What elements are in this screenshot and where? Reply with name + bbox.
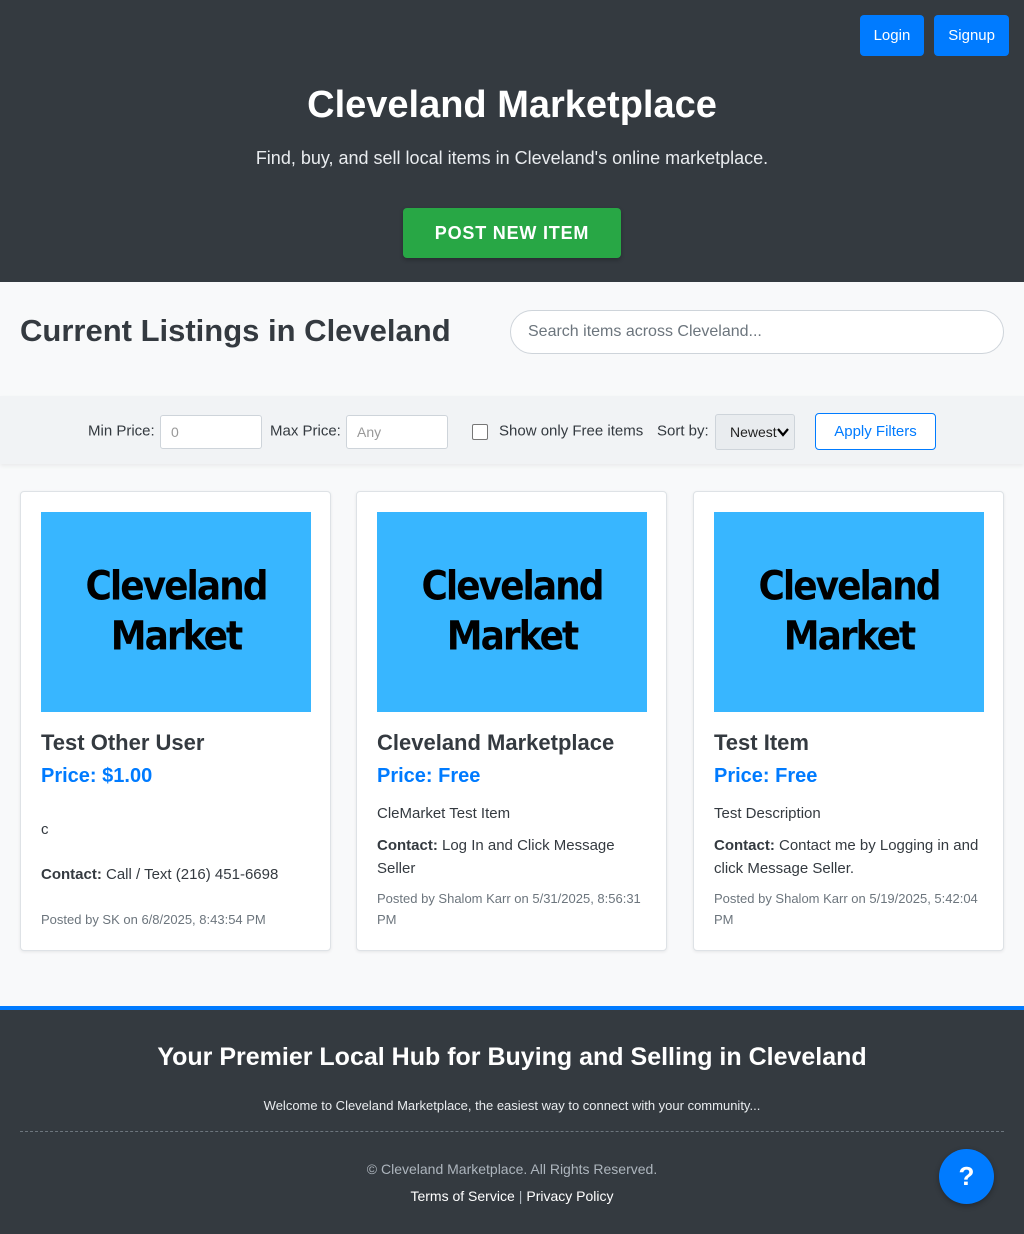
footer-divider xyxy=(20,1131,1004,1132)
listing-posted: Posted by SK on 6/8/2025, 8:43:54 PM xyxy=(41,912,266,927)
listing-contact: Contact: Log In and Click Message Seller xyxy=(377,834,648,880)
listing-image-text: Cleveland xyxy=(85,563,268,610)
listing-posted: Posted by Shalom Karr on 5/31/2025, 8:56… xyxy=(377,891,641,927)
max-price-input[interactable] xyxy=(346,415,448,449)
site-header: Login Signup Cleveland Marketplace Find,… xyxy=(0,0,1024,282)
site-title: Cleveland Marketplace xyxy=(307,84,717,126)
search-input[interactable] xyxy=(510,310,1004,354)
listing-image[interactable]: Cleveland Market xyxy=(41,512,311,712)
post-new-item-button[interactable]: POST NEW ITEM xyxy=(403,208,621,258)
sort-label: Sort by: xyxy=(657,422,709,440)
listing-description: c xyxy=(41,821,49,838)
listing-image[interactable]: Cleveland Market xyxy=(377,512,647,712)
listing-description: Test Description xyxy=(714,805,821,822)
min-price-label: Min Price: xyxy=(88,422,155,440)
contact-label: Contact: xyxy=(41,866,102,883)
listing-image[interactable]: Cleveland Market xyxy=(714,512,984,712)
help-button[interactable]: ? xyxy=(939,1149,994,1204)
footer-links: Terms of Service | Privacy Policy xyxy=(0,1188,1024,1204)
contact-value: Call / Text (216) 451-6698 xyxy=(106,866,279,883)
listing-price: Price: Free xyxy=(377,765,481,787)
listing-card[interactable]: Cleveland Market Test Other User Price: … xyxy=(20,491,331,951)
max-price-label: Max Price: xyxy=(270,422,341,440)
footer-copyright: © Cleveland Marketplace. All Rights Rese… xyxy=(366,1161,658,1177)
chevron-down-icon xyxy=(777,424,789,443)
apply-filters-button[interactable]: Apply Filters xyxy=(815,413,936,450)
listing-contact: Contact: Call / Text (216) 451-6698 xyxy=(41,863,312,886)
listing-description: CleMarket Test Item xyxy=(377,805,511,822)
listing-card[interactable]: Cleveland Market Cleveland Marketplace P… xyxy=(356,491,667,951)
contact-label: Contact: xyxy=(714,837,775,854)
sort-selected-value: Newest xyxy=(730,424,777,440)
listings-heading: Current Listings in Cleveland xyxy=(20,313,451,348)
min-price-input[interactable] xyxy=(160,415,262,449)
listing-posted: Posted by Shalom Karr on 5/19/2025, 5:42… xyxy=(714,891,978,927)
login-button[interactable]: Login xyxy=(859,15,925,56)
contact-label: Contact: xyxy=(377,837,438,854)
listing-image-text: Market xyxy=(783,613,916,660)
filter-bar: Min Price: Max Price: Show only Free ite… xyxy=(0,396,1024,464)
footer-welcome: Welcome to Cleveland Marketplace, the ea… xyxy=(263,1098,761,1113)
free-only-checkbox[interactable] xyxy=(472,424,488,440)
free-only-label: Show only Free items xyxy=(499,422,644,440)
auth-buttons: Login Signup xyxy=(859,15,1009,56)
listing-image-text: Cleveland xyxy=(758,563,941,610)
privacy-link[interactable]: Privacy Policy xyxy=(526,1188,613,1204)
listing-price: Price: Free xyxy=(714,765,818,787)
sort-select[interactable]: Newest xyxy=(715,414,795,450)
listing-card[interactable]: Cleveland Market Test Item Price: Free T… xyxy=(693,491,1004,951)
terms-link[interactable]: Terms of Service xyxy=(410,1188,514,1204)
site-footer: Your Premier Local Hub for Buying and Se… xyxy=(0,1006,1024,1234)
listing-title[interactable]: Test Item xyxy=(714,730,809,756)
footer-link-separator: | xyxy=(518,1188,523,1204)
listing-title[interactable]: Test Other User xyxy=(41,730,204,756)
listing-price: Price: $1.00 xyxy=(41,765,153,787)
signup-button[interactable]: Signup xyxy=(934,15,1009,56)
listing-image-text: Market xyxy=(446,613,579,660)
footer-heading: Your Premier Local Hub for Buying and Se… xyxy=(157,1043,867,1071)
listing-image-text: Market xyxy=(110,613,243,660)
listing-image-text: Cleveland xyxy=(421,563,604,610)
listing-title[interactable]: Cleveland Marketplace xyxy=(377,730,614,756)
site-tagline: Find, buy, and sell local items in Cleve… xyxy=(255,148,769,168)
listing-contact: Contact: Contact me by Logging in and cl… xyxy=(714,834,985,880)
